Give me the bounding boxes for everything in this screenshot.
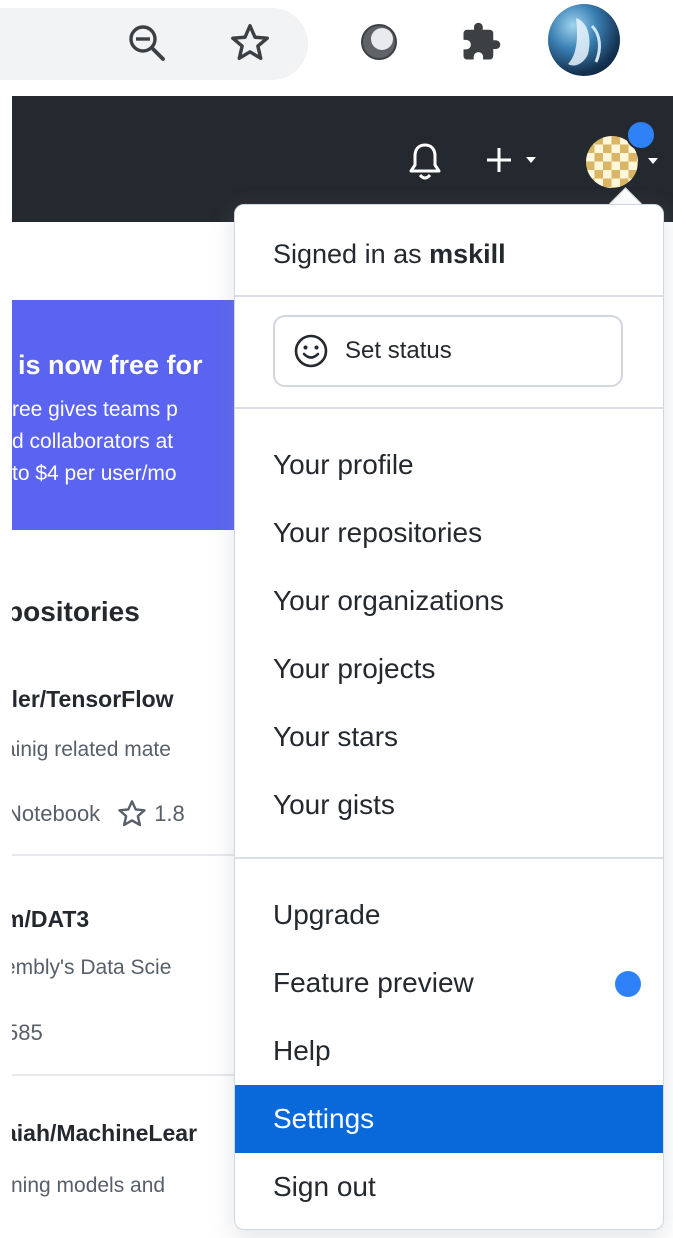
user-dropdown-menu: Signed in as mskill Set status Your prof… bbox=[234, 204, 664, 1230]
divider bbox=[12, 1074, 234, 1076]
signed-in-label: Signed in as mskill bbox=[273, 239, 506, 270]
bell-icon[interactable] bbox=[408, 141, 442, 181]
bookmark-star-icon[interactable] bbox=[223, 16, 277, 70]
set-status-button[interactable]: Set status bbox=[273, 315, 623, 387]
browser-toolbar bbox=[0, 0, 673, 96]
username: mskill bbox=[429, 239, 506, 269]
repositories-heading: positories bbox=[12, 596, 140, 627]
menu-item-sign-out[interactable]: Sign out bbox=[235, 1153, 663, 1221]
repo-stars: 585 bbox=[12, 1020, 43, 1045]
menu-item-your-gists[interactable]: Your gists bbox=[235, 771, 663, 839]
menu-item-your-organizations[interactable]: Your organizations bbox=[235, 567, 663, 635]
repo-language: Notebook bbox=[12, 801, 101, 826]
extension-circle-icon[interactable] bbox=[354, 17, 404, 67]
repositories-panel: positories tler/TensorFlow ainig related… bbox=[12, 540, 234, 1238]
banner-text: d collaborators at bbox=[12, 430, 174, 453]
divider bbox=[235, 407, 663, 409]
browser-profile-avatar[interactable] bbox=[548, 4, 620, 76]
divider bbox=[12, 854, 234, 856]
new-indicator-dot bbox=[615, 971, 641, 997]
divider bbox=[235, 295, 663, 297]
plus-icon bbox=[487, 148, 511, 172]
menu-item-label: Feature preview bbox=[273, 967, 474, 998]
menu-item-help[interactable]: Help bbox=[235, 1017, 663, 1085]
chevron-down-icon bbox=[648, 158, 658, 164]
signed-in-prefix: Signed in as bbox=[273, 239, 430, 269]
notification-dot bbox=[626, 120, 656, 150]
banner-text: ree gives teams p bbox=[12, 398, 178, 421]
banner-title: is now free for bbox=[18, 350, 203, 380]
menu-item-settings[interactable]: Settings bbox=[235, 1085, 663, 1153]
menu-item-your-repositories[interactable]: Your repositories bbox=[235, 499, 663, 567]
repo-meta: Notebook 1.8 bbox=[12, 798, 185, 830]
puzzle-icon[interactable] bbox=[454, 15, 508, 69]
set-status-label: Set status bbox=[345, 337, 452, 364]
repo-link[interactable]: aiah/MachineLear bbox=[12, 1120, 197, 1147]
create-new-menu[interactable] bbox=[484, 144, 536, 176]
menu-item-your-stars[interactable]: Your stars bbox=[235, 703, 663, 771]
user-menu-toggle[interactable] bbox=[586, 120, 670, 188]
repo-meta: 585 bbox=[12, 1020, 43, 1046]
menu-item-your-projects[interactable]: Your projects bbox=[235, 635, 663, 703]
smiley-icon bbox=[294, 334, 328, 368]
repo-stars: 1.8 bbox=[154, 801, 185, 826]
zoom-out-icon[interactable] bbox=[122, 18, 172, 68]
menu-item-upgrade[interactable]: Upgrade bbox=[235, 881, 663, 949]
repo-description: ainig related mate bbox=[12, 738, 171, 761]
promo-banner[interactable]: is now free for ree gives teams p d coll… bbox=[12, 300, 242, 530]
repo-link[interactable]: m/DAT3 bbox=[12, 906, 89, 933]
menu-item-feature-preview[interactable]: Feature preview bbox=[235, 949, 663, 1017]
repo-description: rning models and bbox=[12, 1174, 166, 1197]
divider bbox=[235, 857, 663, 859]
chevron-down-icon bbox=[526, 157, 536, 163]
repo-link[interactable]: tler/TensorFlow bbox=[12, 686, 174, 713]
repo-description: embly's Data Scie bbox=[12, 956, 172, 979]
menu-item-your-profile[interactable]: Your profile bbox=[235, 431, 663, 499]
star-icon bbox=[118, 800, 146, 827]
banner-text: to $4 per user/mo bbox=[12, 462, 177, 485]
